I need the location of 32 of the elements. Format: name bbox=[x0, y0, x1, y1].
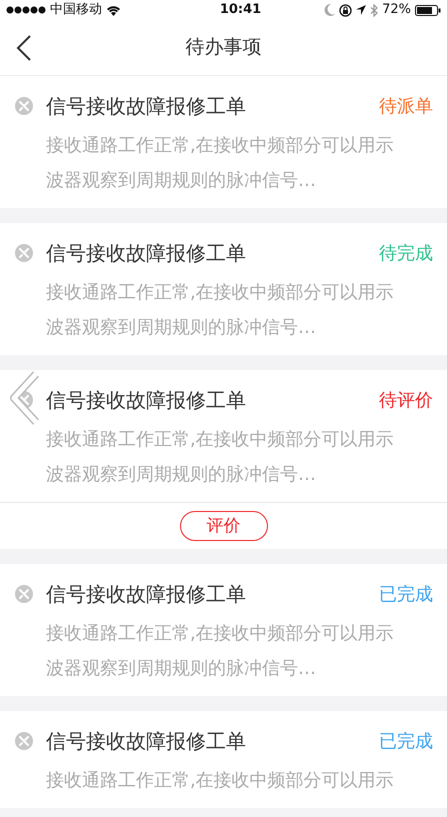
order-title: 信号接收故障报修工单 bbox=[46, 387, 247, 414]
status-label: 已完成 bbox=[379, 582, 433, 606]
status-label: 已完成 bbox=[379, 730, 433, 754]
status-label: 待完成 bbox=[379, 242, 433, 266]
order-card[interactable]: 信号接收故障报修工单 待派单 接收通路工作正常,在接收中频部分可以用示波器观察到周期规则的脉冲信号… bbox=[0, 76, 447, 208]
order-title: 信号接收故障报修工单 bbox=[46, 728, 247, 755]
rate-button[interactable]: 评价 bbox=[180, 511, 268, 541]
status-label: 待派单 bbox=[379, 94, 433, 118]
page-title: 待办事项 bbox=[186, 35, 262, 60]
order-description: 接收通路工作正常,在接收中频部分可以用示波器观察到周期规则的脉冲信号… bbox=[45, 622, 395, 681]
moon-icon bbox=[324, 4, 336, 16]
clock-time: 10:41 bbox=[220, 1, 262, 20]
status-label: 待评价 bbox=[379, 388, 433, 412]
signal-icon bbox=[6, 6, 46, 14]
battery-percentage: 72% bbox=[382, 1, 411, 20]
order-title: 信号接收故障报修工单 bbox=[46, 581, 247, 608]
carrier-name: 中国移动 bbox=[50, 1, 102, 20]
order-description: 接收通路工作正常,在接收中频部分可以用示波器观察到周期规则的脉冲信号… bbox=[45, 281, 395, 340]
rotation-lock-icon bbox=[339, 4, 352, 16]
order-card[interactable]: 信号接收故障报修工单 已完成 接收通路工作正常,在接收中频部分可以用示 bbox=[0, 711, 447, 808]
order-description: 接收通路工作正常,在接收中频部分可以用示 bbox=[45, 769, 395, 793]
battery-icon bbox=[414, 4, 441, 16]
order-description: 接收通路工作正常,在接收中频部分可以用示波器观察到周期规则的脉冲信号… bbox=[45, 428, 395, 487]
wifi-icon bbox=[106, 4, 121, 16]
order-card[interactable]: 信号接收故障报修工单 已完成 接收通路工作正常,在接收中频部分可以用示波器观察到周期规则的脉冲信号… bbox=[0, 564, 447, 696]
order-card[interactable]: 信号接收故障报修工单 待完成 接收通路工作正常,在接收中频部分可以用示波器观察到周期规则的脉冲信号… bbox=[0, 223, 447, 355]
order-description: 接收通路工作正常,在接收中频部分可以用示波器观察到周期规则的脉冲信号… bbox=[45, 134, 395, 193]
order-title: 信号接收故障报修工单 bbox=[46, 93, 247, 120]
order-card[interactable]: 信号接收故障报修工单 待评价 接收通路工作正常,在接收中频部分可以用示波器观察到周期规则的脉冲信号… 评价 bbox=[0, 370, 447, 549]
location-arrow-icon bbox=[356, 5, 366, 15]
order-title: 信号接收故障报修工单 bbox=[46, 240, 247, 267]
bluetooth-icon bbox=[370, 4, 378, 16]
